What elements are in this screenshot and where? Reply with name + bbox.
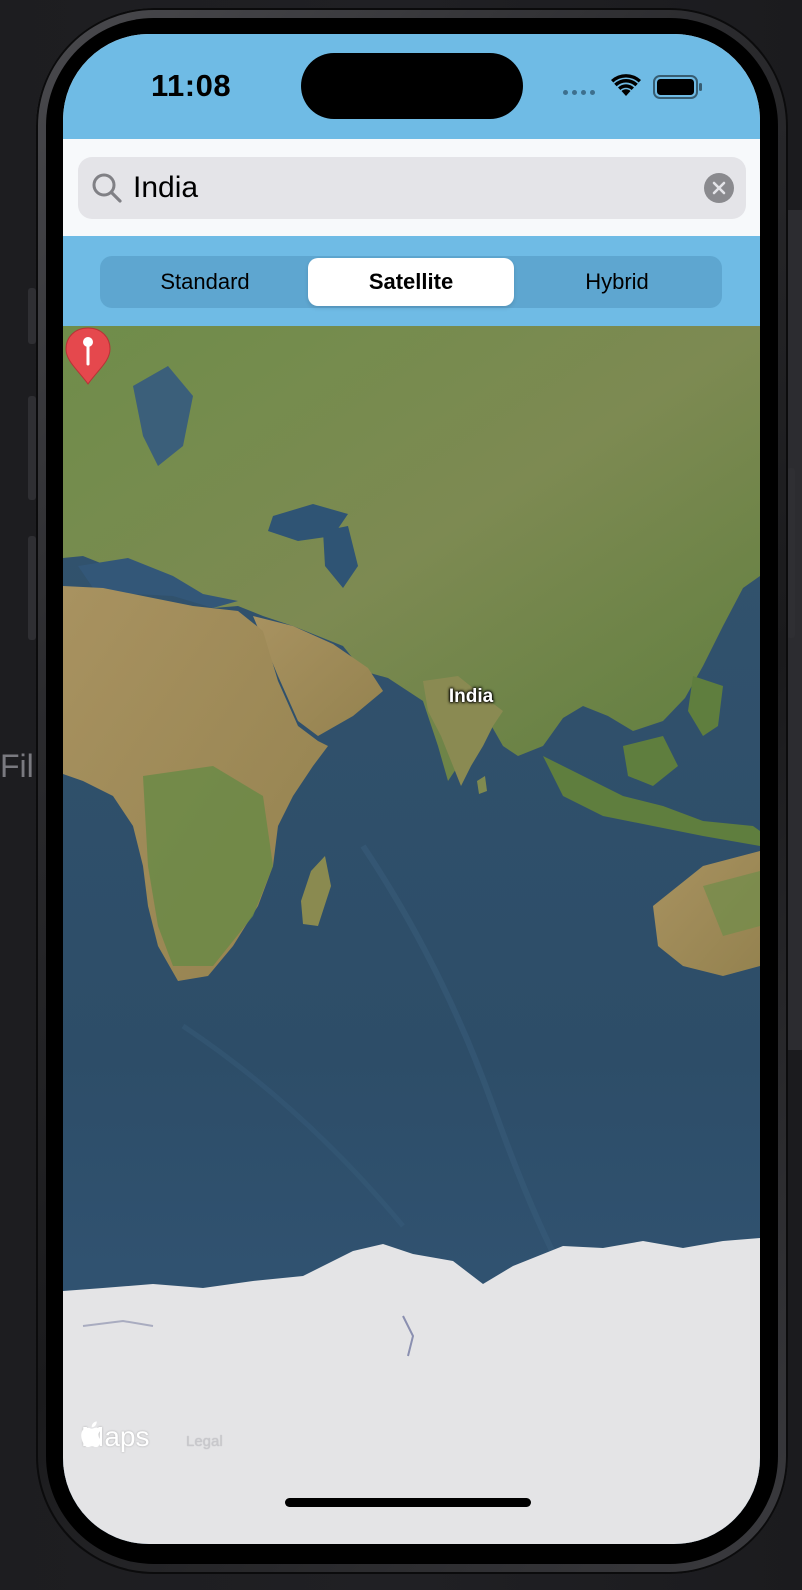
dynamic-island [301,53,523,119]
volume-down-button [28,536,36,640]
legal-link[interactable]: Legal [186,1433,223,1450]
volume-up-button [28,396,36,500]
map-type-bar: Standard Satellite Hybrid [63,236,760,326]
battery-icon [653,75,702,99]
map-pin-icon[interactable] [63,326,113,386]
clear-search-button[interactable] [704,173,734,203]
search-field[interactable] [78,157,746,219]
search-bar-container [63,139,760,236]
apple-logo-icon [81,1421,102,1447]
satellite-map[interactable]: India Maps Legal [63,326,760,1544]
status-time: 11:08 [151,68,232,103]
segment-standard[interactable]: Standard [102,258,308,306]
wifi-icon [611,74,641,96]
cellular-dots-icon [563,90,595,95]
map-imagery [63,326,760,1544]
segment-satellite[interactable]: Satellite [308,258,514,306]
power-button [787,468,795,638]
action-button [28,288,36,344]
phone-screen: 11:08 India Standard Satellite Hybrid In… [63,34,760,1544]
status-bar: 11:08 [63,34,760,139]
map-type-segmented-control: Standard Satellite Hybrid [100,256,722,308]
background-window-text: Fil [0,748,34,784]
search-icon [92,173,122,203]
apple-maps-logo[interactable]: Maps [81,1421,149,1453]
pin-label: India [448,686,494,707]
home-indicator[interactable] [285,1498,531,1507]
segment-hybrid[interactable]: Hybrid [514,258,720,306]
clear-icon [712,181,726,195]
search-input[interactable] [133,167,693,209]
